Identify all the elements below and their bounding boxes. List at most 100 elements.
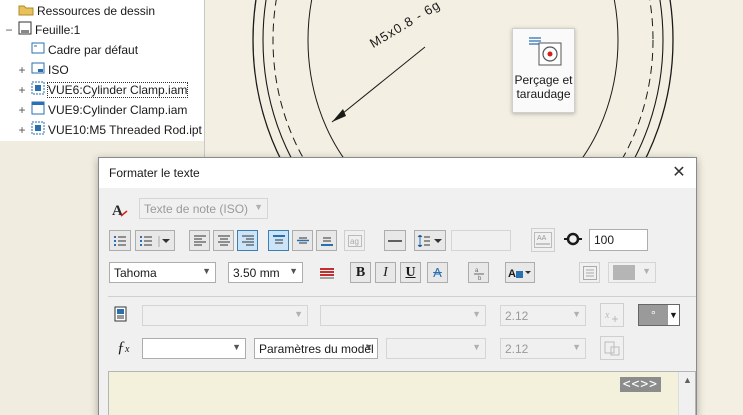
line-spacing-single-button[interactable] [384, 230, 406, 251]
text-case-icon: A [508, 268, 531, 280]
expand-icon[interactable]: + [17, 103, 27, 117]
text-case-dropdown[interactable]: A [505, 262, 535, 283]
folder-icon [18, 3, 34, 19]
text-style-value: Texte de note (ISO) [144, 201, 249, 216]
browser-item-label: Cadre par défaut [48, 42, 139, 57]
text-color-button[interactable] [315, 262, 339, 283]
text-style-select[interactable]: Texte de note (ISO) ▼ [139, 198, 268, 219]
leader-arrow [332, 109, 346, 122]
align-left-button[interactable] [189, 230, 210, 251]
add-text-parameter-icon: x [604, 310, 618, 322]
line-spacing-menu-icon [417, 234, 442, 247]
function-icon: ƒx [117, 339, 130, 356]
parameter-source-select[interactable]: Paramètres du modèl ▼ [254, 338, 378, 359]
tooltip-label: Perçage et taraudage [513, 73, 574, 101]
numbered-list-button[interactable] [135, 230, 175, 251]
browser-item-feuille[interactable]: − Feuille:1 [4, 20, 80, 39]
hole-thread-tooltip[interactable]: Perçage et taraudage [512, 28, 575, 113]
separator [108, 296, 696, 297]
svg-text:b: b [478, 276, 482, 280]
browser-item-ressources[interactable]: Ressources de dessin [4, 1, 155, 20]
align-center-icon [217, 235, 230, 246]
stretch-input[interactable]: 100 [589, 229, 648, 251]
expand-icon[interactable]: + [17, 63, 27, 77]
svg-text:A: A [112, 203, 123, 219]
chevron-down-icon: ▼ [289, 266, 298, 276]
valign-bottom-button[interactable] [316, 230, 337, 251]
chevron-down-icon: ▼ [472, 342, 481, 352]
svg-text:a: a [475, 268, 479, 274]
parameter-source-value: Paramètres du modèl [259, 341, 374, 356]
browser-item-label: ISO [48, 62, 69, 77]
text-editor[interactable]: <<>> ▲ [108, 371, 696, 415]
property-select[interactable]: ▼ [320, 305, 486, 326]
fit-text-icon: AA [534, 232, 552, 248]
italic-button[interactable]: I [375, 262, 396, 283]
precision-select-1[interactable]: 2.12 ▼ [500, 305, 586, 326]
stack-text-button[interactable]: ab [468, 262, 489, 283]
font-select[interactable]: Tahoma ▼ [109, 262, 216, 283]
close-icon[interactable]: ✕ [670, 164, 688, 182]
parameter-select[interactable]: ▼ [386, 338, 486, 359]
align-center-button[interactable] [213, 230, 234, 251]
expand-icon[interactable]: + [17, 83, 27, 97]
line-spacing-dropdown[interactable] [414, 230, 446, 251]
precision-select-2[interactable]: 2.12 ▼ [500, 338, 586, 359]
line-spacing-value[interactable] [451, 230, 511, 251]
text-placeholder-token[interactable]: <<>> [619, 377, 661, 392]
background-fill-button[interactable] [579, 262, 600, 283]
expand-icon[interactable]: + [17, 123, 27, 137]
collapse-icon[interactable]: − [4, 23, 14, 37]
stretch-icon [564, 231, 582, 250]
align-right-button[interactable] [237, 230, 258, 251]
font-select-value: Tahoma [114, 265, 157, 280]
browser-item-vue6[interactable]: + VUE6:Cylinder Clamp.iam [17, 80, 189, 99]
stack-icon: ab [473, 268, 484, 280]
underline-button[interactable]: U [400, 262, 421, 283]
property-icon [113, 306, 129, 325]
precision-value: 2.12 [505, 341, 529, 356]
strikethrough-button[interactable]: A [427, 262, 448, 283]
view-icon [31, 101, 45, 118]
add-parameter-icon [604, 341, 620, 356]
browser-item-vue9[interactable]: + VUE9:Cylinder Clamp.iam [17, 100, 187, 119]
add-property-button[interactable]: x [600, 303, 624, 327]
precision-value: 2.12 [505, 308, 529, 323]
bold-button[interactable]: B [350, 262, 371, 283]
leader-line [331, 46, 426, 123]
chevron-down-icon: ▼ [572, 342, 581, 352]
text-style-icon: A [111, 201, 129, 222]
browser-item-cadre[interactable]: Cadre par défaut [17, 40, 138, 59]
property-source-select[interactable]: ▼ [142, 305, 308, 326]
component-select[interactable]: ▼ [142, 338, 246, 359]
browser-item-iso[interactable]: + ISO [17, 60, 69, 79]
dialog-title: Formater le texte [109, 166, 200, 180]
valign-middle-button[interactable] [292, 230, 313, 251]
valign-middle-icon [296, 237, 309, 244]
svg-text:AA: AA [537, 235, 547, 242]
editor-scrollbar[interactable]: ▲ [678, 372, 695, 415]
hole-thread-icon [529, 37, 562, 66]
case-toggle-button[interactable]: ag [344, 230, 365, 251]
valign-top-icon [272, 235, 285, 244]
add-parameter-button[interactable] [600, 336, 624, 360]
svg-text:x: x [604, 310, 610, 321]
color-picker[interactable]: ▼ [608, 262, 656, 283]
symbol-select[interactable]: ° ▼ [638, 304, 680, 326]
browser-item-label: VUE9:Cylinder Clamp.iam [48, 102, 188, 117]
fit-text-button[interactable]: AA [531, 228, 555, 252]
scroll-up-icon[interactable]: ▲ [683, 375, 692, 385]
valign-bottom-icon [320, 237, 333, 246]
svg-text:ag: ag [350, 237, 359, 246]
tooltip-label-line1: Perçage et [514, 73, 573, 87]
font-size-select[interactable]: 3.50 mm ▼ [228, 262, 303, 283]
valign-top-button[interactable] [268, 230, 289, 251]
browser-item-label: Feuille:1 [35, 22, 81, 37]
bullet-list-button[interactable] [109, 230, 131, 251]
browser-item-label: VUE10:M5 Threaded Rod.ipt [48, 122, 202, 137]
browser-item-label: Ressources de dessin [37, 3, 156, 18]
browser-item-vue10[interactable]: + VUE10:M5 Threaded Rod.ipt [17, 120, 202, 139]
dialog-title-bar[interactable]: Formater le texte [99, 158, 696, 188]
view-icon [31, 81, 45, 98]
border-icon [31, 41, 45, 58]
